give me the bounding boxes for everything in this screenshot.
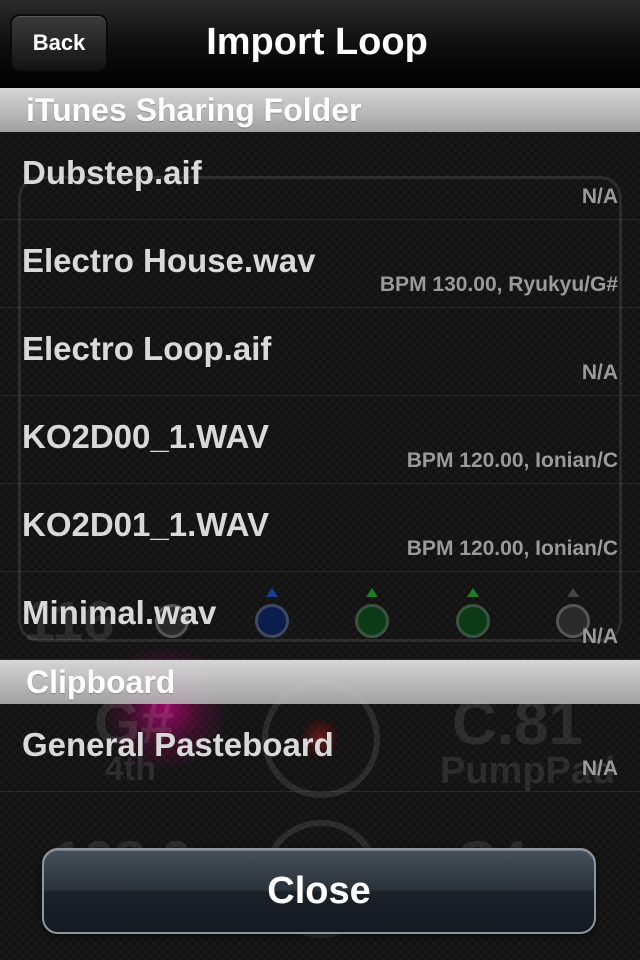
navigation-bar: Back Import Loop — [0, 0, 640, 89]
file-meta: BPM 120.00, Ionian/C — [406, 449, 618, 472]
file-meta: N/A — [581, 625, 618, 648]
section-header-itunes: iTunes Sharing Folder — [0, 88, 640, 132]
file-name: Electro House.wav — [22, 242, 316, 279]
close-button[interactable]: Close — [42, 848, 596, 934]
list-item[interactable]: General Pasteboard N/A — [0, 704, 640, 792]
file-meta: BPM 120.00, Ionian/C — [406, 537, 618, 560]
pasteboard-meta: N/A — [581, 757, 618, 780]
file-meta: N/A — [581, 185, 618, 208]
file-meta: BPM 130.00, Ryukyu/G# — [379, 273, 618, 296]
list-item[interactable]: Electro House.wav BPM 130.00, Ryukyu/G# — [0, 220, 640, 308]
file-name: Minimal.wav — [22, 594, 217, 631]
page-title: Import Loop — [206, 20, 428, 63]
file-name: Electro Loop.aif — [22, 330, 272, 367]
section-header-clipboard: Clipboard — [0, 660, 640, 704]
list-item[interactable]: KO2D01_1.WAV BPM 120.00, Ionian/C — [0, 484, 640, 572]
file-meta: N/A — [581, 361, 618, 384]
pasteboard-name: General Pasteboard — [22, 726, 334, 763]
file-name: KO2D01_1.WAV — [22, 506, 269, 543]
file-name: Dubstep.aif — [22, 154, 202, 191]
list-item[interactable]: Dubstep.aif N/A — [0, 132, 640, 220]
file-name: KO2D00_1.WAV — [22, 418, 269, 455]
list-item[interactable]: KO2D00_1.WAV BPM 120.00, Ionian/C — [0, 396, 640, 484]
list-item[interactable]: Minimal.wav N/A — [0, 572, 640, 660]
list-item[interactable]: Electro Loop.aif N/A — [0, 308, 640, 396]
